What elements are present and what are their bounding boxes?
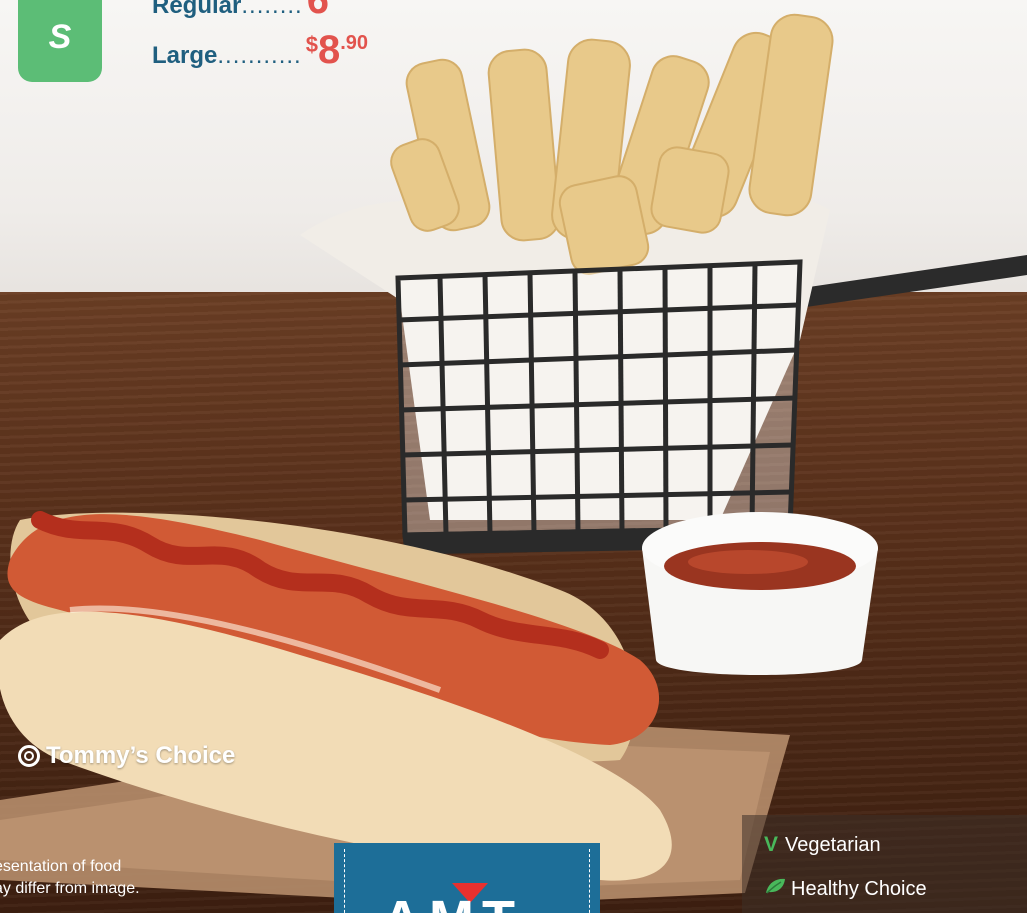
legend-vegetarian: V Vegetarian (764, 833, 881, 857)
price-cents: .90 (340, 32, 369, 54)
vegetarian-v-icon: V (764, 833, 779, 856)
leader-dots: ........... (217, 42, 302, 69)
price-currency: $ (305, 32, 318, 57)
s-swirl-icon: S (48, 17, 72, 56)
target-circle-icon (18, 745, 40, 767)
legend-healthy-choice: Healthy Choice (764, 877, 927, 901)
price-row-large: Large ........... $ 8 .90 (152, 30, 368, 70)
stitch-line-left (344, 849, 345, 913)
size-label: Large (152, 42, 218, 69)
image-disclaimer: esentation of food ay differ from image. (0, 856, 140, 900)
size-badge: S (18, 0, 102, 82)
price-regular: 6 (307, 0, 329, 20)
menu-panel: S Regular ........ 6 Large ........... $… (0, 0, 1027, 913)
vegetarian-label: Vegetarian (785, 833, 881, 856)
dietary-legend: V Vegetarian Healthy Choice (742, 815, 1027, 913)
logo-letters: AMT (382, 889, 523, 913)
price-large: $ 8 .90 (306, 30, 368, 70)
leaf-icon (764, 877, 786, 901)
price-dollars: 6 (306, 0, 329, 22)
tommys-choice-label: Tommy’s Choice (18, 742, 235, 770)
price-dollars: 8 (317, 28, 341, 72)
brand-logo-tab: AMT (334, 843, 600, 913)
stitch-line-right (589, 849, 590, 913)
size-label: Regular (152, 0, 242, 19)
disclaimer-line-1: esentation of food (0, 858, 122, 875)
wire-basket (395, 259, 803, 555)
price-row-regular: Regular ........ 6 (152, 0, 329, 20)
disclaimer-line-2: ay differ from image. (0, 880, 140, 897)
food-photo (0, 13, 1027, 905)
leader-dots: ........ (241, 0, 303, 19)
healthy-choice-label: Healthy Choice (791, 877, 927, 900)
tommys-choice-text: Tommy’s Choice (46, 742, 236, 769)
ketchup-cup (642, 512, 878, 675)
